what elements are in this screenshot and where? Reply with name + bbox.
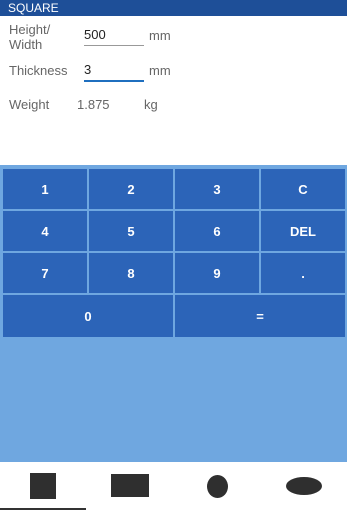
key-equals[interactable]: =: [175, 295, 345, 337]
height-width-label: Height/ Width: [9, 22, 51, 52]
square-shape-icon: [30, 473, 56, 499]
height-width-unit: mm: [149, 28, 171, 43]
rectangle-shape-icon: [111, 474, 149, 497]
key-3[interactable]: 3: [175, 169, 259, 209]
key-6[interactable]: 6: [175, 211, 259, 251]
key-7[interactable]: 7: [3, 253, 87, 293]
key-9[interactable]: 9: [175, 253, 259, 293]
thickness-input[interactable]: [84, 62, 144, 82]
height-width-input[interactable]: [84, 27, 144, 46]
app-title: SQUARE: [8, 1, 59, 15]
shape-tab-circle[interactable]: [174, 462, 260, 512]
thickness-unit: mm: [149, 63, 171, 78]
app-title-bar: SQUARE: [0, 0, 347, 16]
input-form: Height/ Width mm Thickness mm Weight 1.8…: [0, 16, 347, 165]
shape-selector-bar: [0, 462, 347, 512]
ellipse-shape-icon: [286, 477, 322, 495]
weight-value: 1.875: [77, 97, 110, 112]
keypad: 1 2 3 C 4 5 6 DEL 7 8 9 . 0 =: [0, 165, 347, 462]
weight-unit: kg: [144, 97, 158, 112]
key-5[interactable]: 5: [89, 211, 173, 251]
shape-tab-rectangle[interactable]: [87, 462, 173, 512]
key-decimal-point[interactable]: .: [261, 253, 345, 293]
shape-tab-square[interactable]: [0, 462, 86, 512]
key-1[interactable]: 1: [3, 169, 87, 209]
circle-shape-icon: [207, 475, 228, 498]
key-clear[interactable]: C: [261, 169, 345, 209]
key-4[interactable]: 4: [3, 211, 87, 251]
key-delete[interactable]: DEL: [261, 211, 345, 251]
weight-label: Weight: [9, 97, 50, 112]
key-0[interactable]: 0: [3, 295, 173, 337]
shape-tab-ellipse[interactable]: [261, 462, 347, 512]
key-2[interactable]: 2: [89, 169, 173, 209]
thickness-label: Thickness: [9, 63, 68, 78]
key-8[interactable]: 8: [89, 253, 173, 293]
